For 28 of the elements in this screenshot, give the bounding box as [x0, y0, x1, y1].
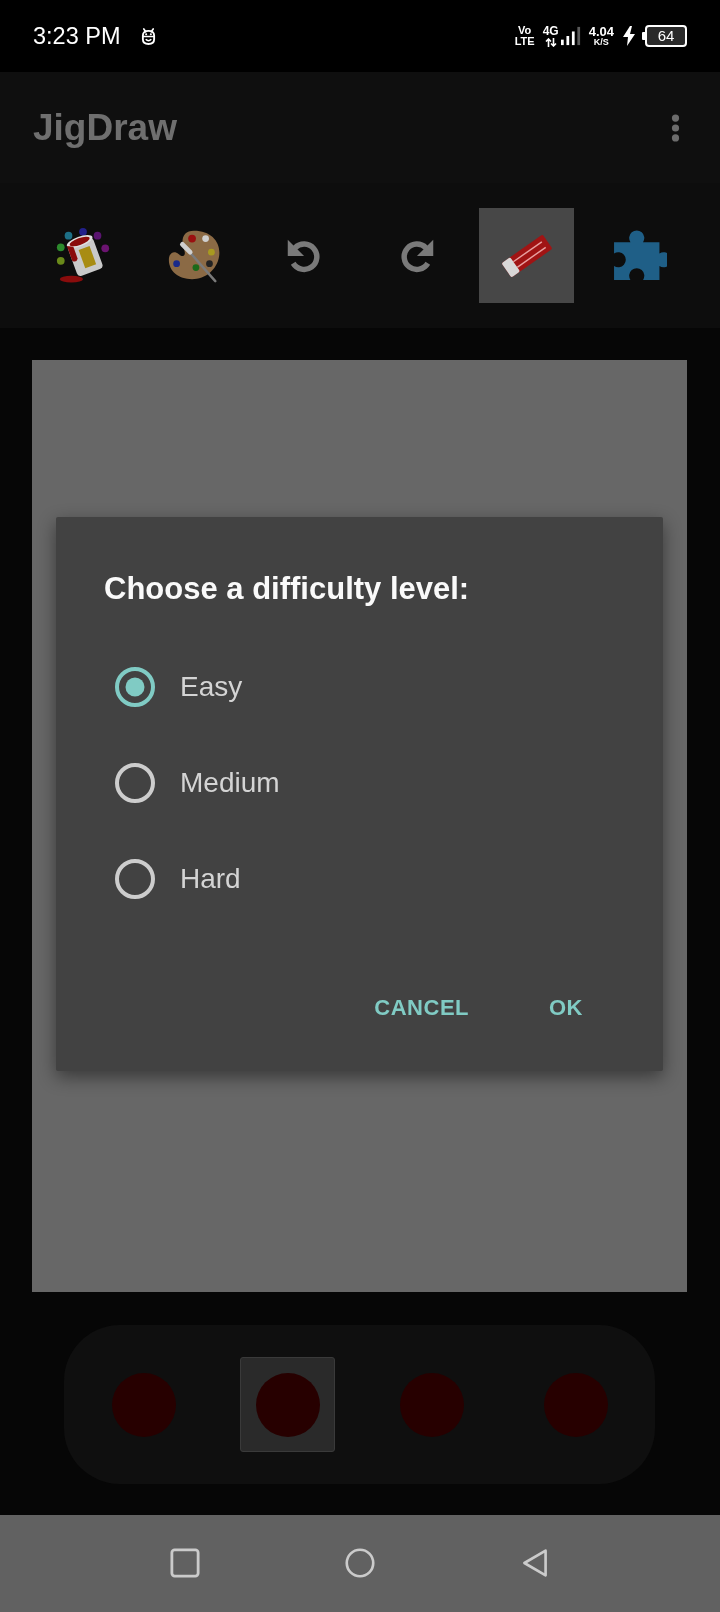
brush-dot-icon — [255, 1372, 320, 1437]
more-options-icon[interactable] — [671, 112, 680, 143]
radio-button-icon[interactable] — [115, 859, 155, 899]
brush-dot-icon — [399, 1372, 464, 1437]
network-type-label: 4G — [542, 25, 559, 37]
battery-indicator: 64 — [642, 25, 687, 47]
difficulty-option[interactable]: Easy — [115, 639, 243, 735]
volte-label: Vo — [518, 25, 532, 36]
dialog-button[interactable]: OK — [521, 980, 611, 1036]
app-title: JigDraw — [33, 106, 177, 149]
home-icon[interactable] — [345, 1547, 375, 1578]
difficulty-option[interactable]: Hard — [115, 831, 241, 927]
difficulty-option[interactable]: Medium — [115, 735, 280, 831]
back-icon[interactable] — [520, 1547, 550, 1578]
robot-face-icon — [140, 26, 156, 46]
radio-button-icon[interactable] — [115, 763, 155, 803]
radio-button-icon[interactable] — [115, 667, 155, 707]
recent-apps-icon[interactable] — [170, 1547, 200, 1578]
brush-dot-icon — [111, 1372, 176, 1437]
brush-dot-icon — [543, 1372, 608, 1437]
lte-label: LTE — [514, 36, 535, 47]
data-arrows-icon — [544, 38, 557, 47]
data-speed-unit: K/S — [593, 38, 609, 47]
signal-strength-icon — [560, 26, 581, 46]
data-speed-value: 4.04 — [588, 25, 614, 38]
dialog-title: Choose a difficulty level: — [104, 571, 470, 607]
status-time: 3:23 PM — [33, 22, 121, 50]
dialog-button[interactable]: CANCEL — [346, 980, 497, 1036]
